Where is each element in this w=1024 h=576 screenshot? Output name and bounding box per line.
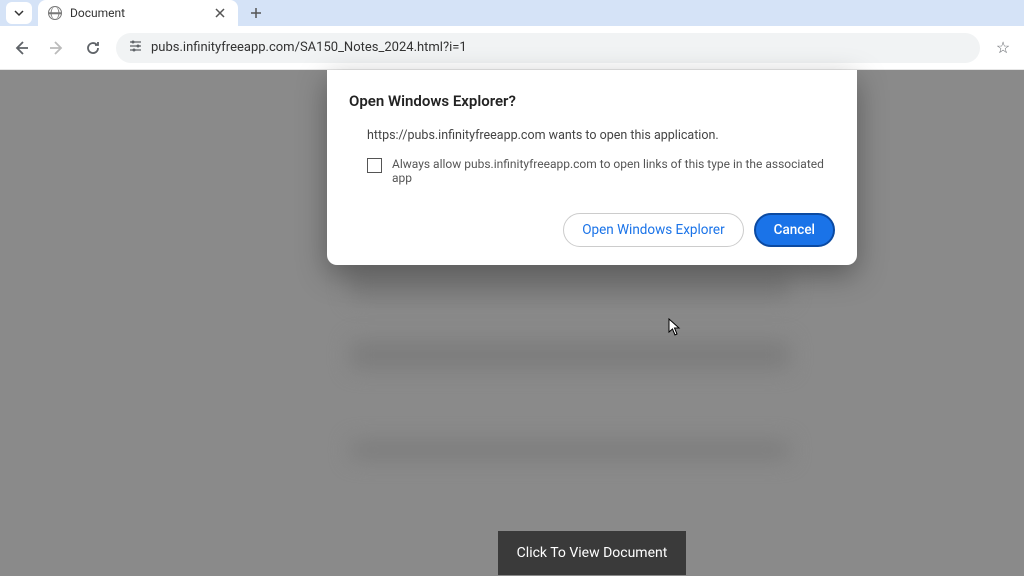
- close-icon: [215, 8, 225, 18]
- view-document-label: Click To View Document: [517, 545, 668, 561]
- url-text: pubs.infinityfreeapp.com/SA150_Notes_202…: [151, 40, 467, 55]
- arrow-left-icon: [13, 40, 29, 56]
- back-button[interactable]: [8, 35, 34, 61]
- tab-title: Document: [70, 6, 204, 20]
- dialog-actions: Open Windows Explorer Cancel: [349, 213, 835, 247]
- new-tab-button[interactable]: [244, 1, 268, 25]
- dialog-title: Open Windows Explorer?: [349, 92, 835, 110]
- blurred-content: [350, 340, 790, 370]
- always-allow-checkbox[interactable]: [367, 158, 382, 173]
- cancel-label: Cancel: [774, 222, 815, 238]
- open-app-label: Open Windows Explorer: [582, 222, 724, 238]
- forward-button[interactable]: [44, 35, 70, 61]
- cancel-button[interactable]: Cancel: [754, 213, 835, 247]
- blurred-content: [350, 270, 790, 300]
- site-settings-icon[interactable]: [128, 39, 143, 56]
- arrow-right-icon: [49, 40, 65, 56]
- reload-button[interactable]: [80, 35, 106, 61]
- browser-tab[interactable]: Document: [38, 0, 238, 26]
- reload-icon: [85, 40, 101, 56]
- always-allow-label: Always allow pubs.infinityfreeapp.com to…: [392, 157, 835, 185]
- tab-search-dropdown[interactable]: [6, 2, 32, 24]
- globe-icon: [48, 6, 62, 20]
- tab-bar: Document: [0, 0, 1024, 26]
- always-allow-row: Always allow pubs.infinityfreeapp.com to…: [349, 157, 835, 185]
- blurred-content: [350, 440, 790, 460]
- chevron-down-icon: [14, 8, 24, 18]
- address-bar[interactable]: pubs.infinityfreeapp.com/SA150_Notes_202…: [116, 33, 980, 63]
- star-icon: ☆: [996, 38, 1010, 57]
- plus-icon: [250, 7, 262, 19]
- dialog-message: https://pubs.infinityfreeapp.com wants t…: [349, 128, 835, 143]
- protocol-handler-dialog: Open Windows Explorer? https://pubs.infi…: [327, 70, 857, 265]
- bookmark-button[interactable]: ☆: [990, 35, 1016, 61]
- view-document-button[interactable]: Click To View Document: [498, 531, 686, 575]
- browser-toolbar: pubs.infinityfreeapp.com/SA150_Notes_202…: [0, 26, 1024, 70]
- mouse-cursor: [668, 318, 682, 340]
- close-tab-button[interactable]: [212, 5, 228, 21]
- open-app-button[interactable]: Open Windows Explorer: [563, 213, 743, 247]
